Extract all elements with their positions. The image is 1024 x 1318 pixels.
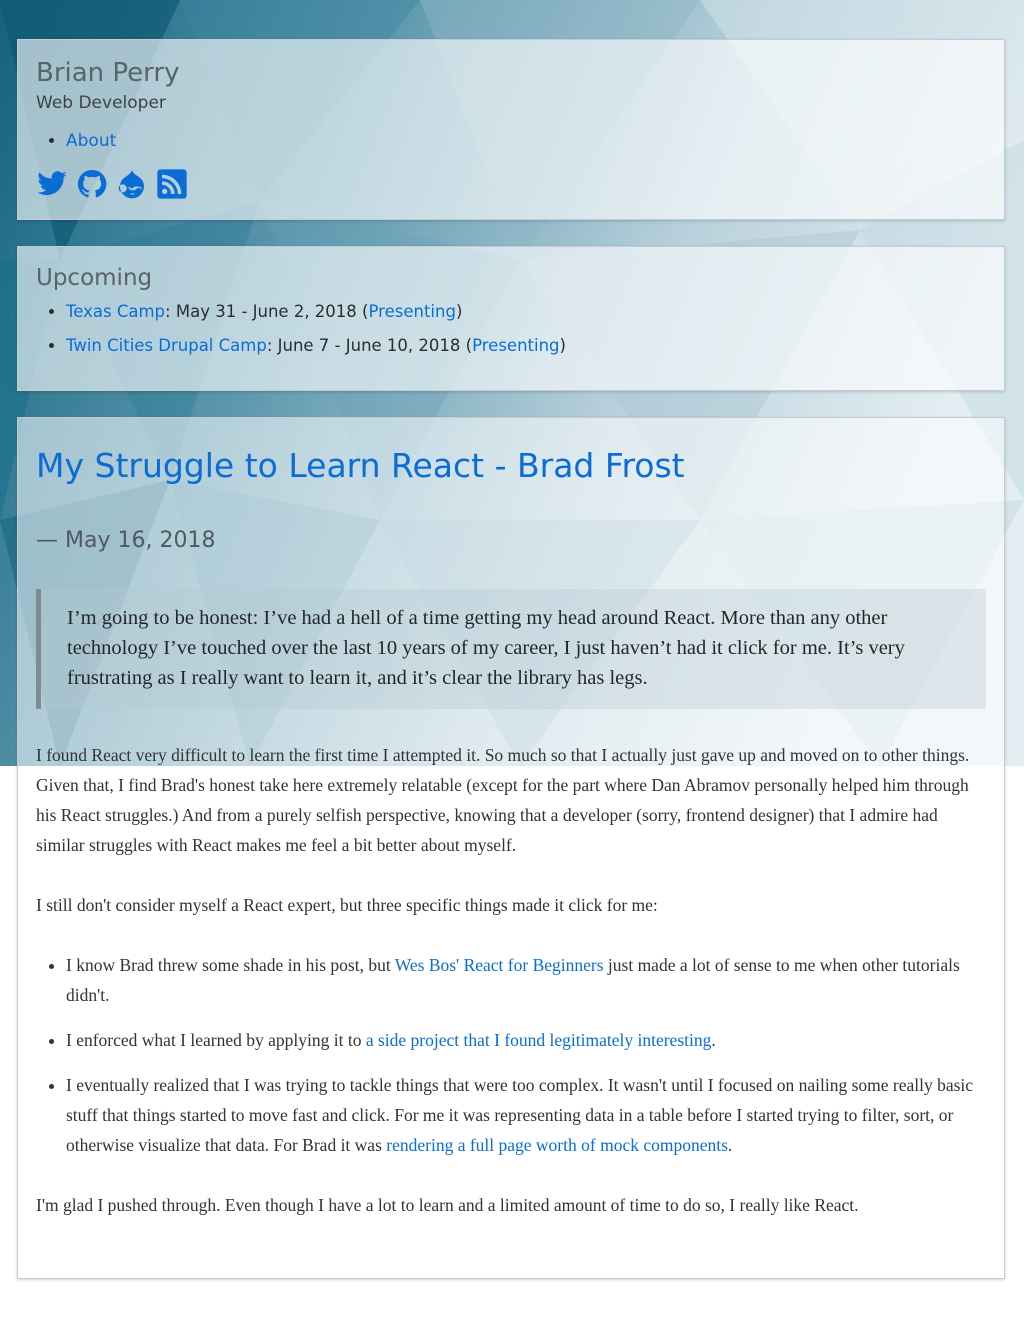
mock-components-link[interactable]: rendering a full page worth of mock comp…: [386, 1135, 728, 1155]
rss-icon[interactable]: [156, 168, 188, 200]
upcoming-list: Texas Camp: May 31 - June 2, 2018 (Prese…: [36, 301, 986, 357]
github-icon[interactable]: [76, 168, 108, 200]
wes-bos-link[interactable]: Wes Bos' React for Beginners: [395, 955, 604, 975]
site-name[interactable]: Brian Perry: [36, 58, 986, 88]
upcoming-title: Upcoming: [36, 265, 153, 291]
event-link-texas-camp[interactable]: Texas Camp: [66, 302, 165, 321]
event-dates: : May 31 - June 2, 2018 (: [165, 302, 369, 321]
post-date: — May 16, 2018: [36, 528, 216, 553]
presenting-link[interactable]: Presenting: [369, 302, 456, 321]
main-menu: About: [36, 130, 986, 152]
list-text: .: [711, 1030, 716, 1050]
event-item: Twin Cities Drupal Camp: June 7 - June 1…: [66, 335, 986, 357]
post-paragraph: I'm glad I pushed through. Even though I…: [36, 1195, 859, 1215]
side-project-link[interactable]: a side project that I found legitimately…: [366, 1030, 712, 1050]
post-body: I found React very difficult to learn th…: [36, 740, 986, 1220]
upcoming-card: Upcoming Texas Camp: May 31 - June 2, 20…: [17, 246, 1005, 391]
post-list: I know Brad threw some shade in his post…: [36, 950, 986, 1160]
list-item: I enforced what I learned by applying it…: [66, 1025, 986, 1055]
post-paragraph: I still don't consider myself a React ex…: [36, 895, 658, 915]
presenting-link[interactable]: Presenting: [472, 336, 559, 355]
social-links: [36, 168, 986, 200]
post-blockquote: I’m going to be honest: I’ve had a hell …: [36, 589, 986, 709]
list-text: I know Brad threw some shade in his post…: [66, 955, 395, 975]
event-close-paren: ): [455, 302, 463, 321]
about-link[interactable]: About: [66, 131, 116, 151]
menu-item-about: About: [66, 130, 986, 152]
event-link-twin-cities[interactable]: Twin Cities Drupal Camp: [66, 336, 267, 355]
list-text: I enforced what I learned by applying it…: [66, 1030, 366, 1050]
site-header-card: Brian Perry Web Developer About: [17, 39, 1005, 220]
drupal-icon[interactable]: [116, 168, 148, 200]
post-card: My Struggle to Learn React - Brad Frost …: [17, 417, 1005, 1279]
list-text: .: [727, 1135, 733, 1155]
list-item: I know Brad threw some shade in his post…: [66, 950, 986, 1010]
event-dates: : June 7 - June 10, 2018 (: [266, 336, 473, 355]
event-close-paren: ): [559, 336, 566, 355]
event-item: Texas Camp: May 31 - June 2, 2018 (Prese…: [66, 301, 986, 323]
post-title-link[interactable]: My Struggle to Learn React - Brad Frost: [36, 440, 986, 492]
post-paragraph: I found React very difficult to learn th…: [36, 745, 970, 855]
twitter-icon[interactable]: [36, 168, 68, 200]
site-slogan: Web Developer: [36, 93, 166, 113]
list-item: I eventually realized that I was trying …: [66, 1070, 986, 1160]
